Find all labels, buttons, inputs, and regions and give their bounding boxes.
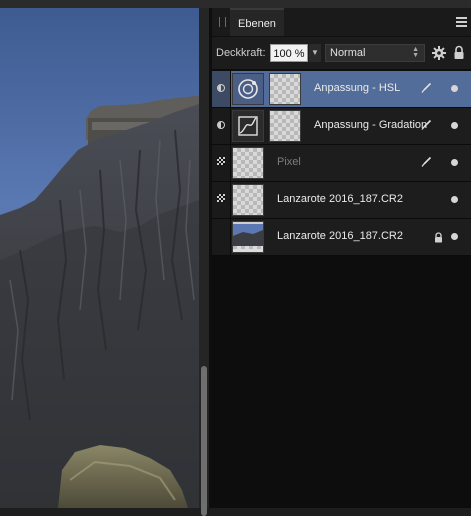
layer-name[interactable]: Lanzarote 2016_187.CR2 (277, 193, 403, 205)
document-canvas[interactable] (0, 0, 199, 508)
tab-layers[interactable]: Ebenen (230, 8, 284, 36)
cliff-photo (0, 96, 199, 508)
layer-name[interactable]: Anpassung - HSL (314, 82, 400, 94)
opacity-input[interactable]: 100 % (270, 44, 308, 62)
hsl-adjustment-icon (232, 73, 264, 105)
layer-mask-thumbnail[interactable] (269, 110, 301, 142)
opacity-dropdown-chevron-icon[interactable]: ▼ (309, 44, 321, 62)
scrollbar-thumb[interactable] (201, 366, 207, 516)
layer-row-image[interactable]: Lanzarote 2016_187.CR2 (212, 182, 471, 219)
layer-mask-thumbnail[interactable] (269, 73, 301, 105)
layer-visibility-cell[interactable] (212, 108, 231, 144)
blend-mode-value: Normal (330, 47, 366, 59)
pixel-layer-icon[interactable] (217, 157, 225, 165)
opacity-label: Deckkraft: (216, 47, 266, 59)
layer-visibility-cell[interactable] (212, 71, 231, 107)
visibility-dot-icon[interactable] (451, 122, 458, 129)
layer-name[interactable]: Pixel (277, 156, 301, 168)
half-circle-icon[interactable] (217, 121, 225, 129)
layer-thumbnail[interactable] (232, 184, 264, 216)
layer-row-hsl[interactable]: Anpassung - HSL (212, 71, 471, 108)
lock-icon[interactable] (453, 45, 465, 60)
layer-thumbnail[interactable] (232, 147, 264, 179)
layer-name[interactable]: Anpassung - Gradation (314, 119, 427, 131)
layers-list: Anpassung - HSL Anpassung - Gradation Pi… (212, 71, 471, 256)
layer-visibility-cell[interactable] (212, 182, 231, 218)
layer-name[interactable]: Lanzarote 2016_187.CR2 (277, 230, 403, 242)
layer-row-pixel[interactable]: Pixel (212, 145, 471, 182)
brush-icon[interactable] (420, 119, 432, 131)
layer-options-bar: Deckkraft: 100 % ▼ Normal ▲ ▼ (212, 37, 471, 69)
canvas-vertical-scrollbar[interactable] (199, 8, 209, 516)
layer-visibility-cell[interactable] (212, 145, 231, 181)
layer-row-curves[interactable]: Anpassung - Gradation (212, 108, 471, 145)
photo-thumbnail[interactable] (232, 221, 264, 253)
visibility-dot-icon[interactable] (451, 196, 458, 203)
visibility-dot-icon[interactable] (451, 233, 458, 240)
layer-visibility-cell[interactable] (212, 219, 231, 255)
panel-tab-bar: Ebenen (212, 8, 471, 37)
layers-panel: Ebenen Deckkraft: 100 % ▼ Normal ▲ ▼ Anp… (212, 8, 471, 508)
visibility-dot-icon[interactable] (451, 85, 458, 92)
visibility-dot-icon[interactable] (451, 159, 458, 166)
half-circle-icon[interactable] (217, 84, 225, 92)
top-strip (0, 0, 471, 8)
select-arrows-icon: ▲ ▼ (412, 46, 419, 59)
blend-mode-select[interactable]: Normal ▲ ▼ (325, 44, 425, 62)
brush-icon[interactable] (420, 82, 432, 94)
layer-lock-icon[interactable] (434, 232, 443, 243)
layer-row-background[interactable]: Lanzarote 2016_187.CR2 (212, 219, 471, 256)
image-layer-icon[interactable] (217, 194, 225, 202)
gear-icon[interactable] (432, 46, 446, 60)
drag-grip-icon[interactable] (219, 17, 226, 27)
curves-adjustment-icon (232, 110, 264, 142)
brush-icon[interactable] (420, 156, 432, 168)
panel-menu-icon[interactable] (456, 17, 467, 27)
